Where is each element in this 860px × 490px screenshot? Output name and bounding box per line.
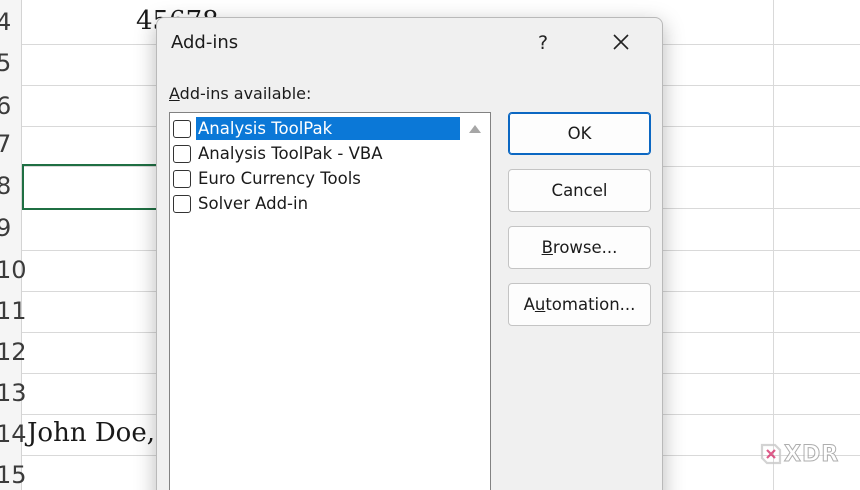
ok-button[interactable]: OK — [508, 112, 651, 155]
add-ins-listbox[interactable]: Analysis ToolPak Analysis ToolPak - VBA … — [169, 112, 491, 490]
button-label: rowse... — [552, 238, 618, 257]
button-label: A — [523, 295, 535, 314]
label-text: dd-ins available: — [179, 84, 312, 103]
grid-line — [773, 0, 774, 490]
row-number[interactable]: 5 — [0, 43, 22, 84]
close-icon — [613, 34, 629, 50]
cell-name-value[interactable]: John Doe, — [27, 418, 155, 448]
list-item-label: Euro Currency Tools — [198, 169, 361, 188]
row-number[interactable]: 13 — [0, 373, 27, 414]
add-ins-available-label: Add-ins available: — [169, 84, 311, 103]
dialog-titlebar[interactable]: Add-ins ? — [157, 18, 662, 70]
list-item-euro-currency-tools[interactable]: Euro Currency Tools — [170, 166, 460, 191]
row-number[interactable]: 11 — [0, 291, 27, 332]
checkbox[interactable] — [173, 169, 191, 188]
help-button[interactable]: ? — [529, 28, 557, 58]
xda-watermark: XDR — [760, 440, 839, 468]
row-header-column: 4 5 6 7 8 9 10 11 12 13 14 15 — [0, 0, 27, 490]
list-item-solver-add-in[interactable]: Solver Add-in — [170, 191, 460, 216]
browse-button[interactable]: Browse... — [508, 226, 651, 269]
row-number[interactable]: 6 — [0, 86, 22, 127]
row-number[interactable]: 15 — [0, 455, 27, 490]
row-number[interactable]: 12 — [0, 332, 27, 373]
add-ins-dialog: Add-ins ? Add-ins available: Analysis To… — [156, 17, 663, 490]
row-number[interactable]: 9 — [0, 208, 22, 249]
scroll-up-arrow-icon[interactable] — [469, 125, 481, 133]
list-item-analysis-toolpak[interactable]: Analysis ToolPak — [170, 116, 460, 141]
accelerator-key: u — [534, 295, 546, 314]
accelerator-key: B — [541, 238, 553, 257]
checkbox[interactable] — [173, 119, 191, 138]
automation-button[interactable]: Automation... — [508, 283, 651, 326]
row-number[interactable]: 10 — [0, 250, 27, 291]
xda-logo-icon — [760, 443, 782, 465]
accelerator-key: A — [169, 84, 180, 103]
button-label: tomation... — [545, 295, 636, 314]
selected-cell[interactable] — [22, 164, 160, 210]
close-button[interactable] — [605, 28, 637, 58]
listbox-scrollbar[interactable] — [460, 113, 490, 490]
checkbox[interactable] — [173, 194, 191, 213]
list-item-analysis-toolpak-vba[interactable]: Analysis ToolPak - VBA — [170, 141, 460, 166]
row-number[interactable]: 4 — [0, 2, 22, 43]
row-number[interactable]: 7 — [0, 124, 22, 165]
row-number[interactable]: 14 — [0, 414, 27, 455]
list-item-label: Analysis ToolPak — [196, 117, 460, 140]
list-item-label: Analysis ToolPak - VBA — [198, 144, 383, 163]
watermark-text: XDR — [783, 441, 840, 467]
cancel-button[interactable]: Cancel — [508, 169, 651, 212]
row-number[interactable]: 8 — [0, 166, 22, 207]
list-item-label: Solver Add-in — [198, 194, 309, 213]
dialog-title: Add-ins — [171, 32, 239, 53]
checkbox[interactable] — [173, 144, 191, 163]
